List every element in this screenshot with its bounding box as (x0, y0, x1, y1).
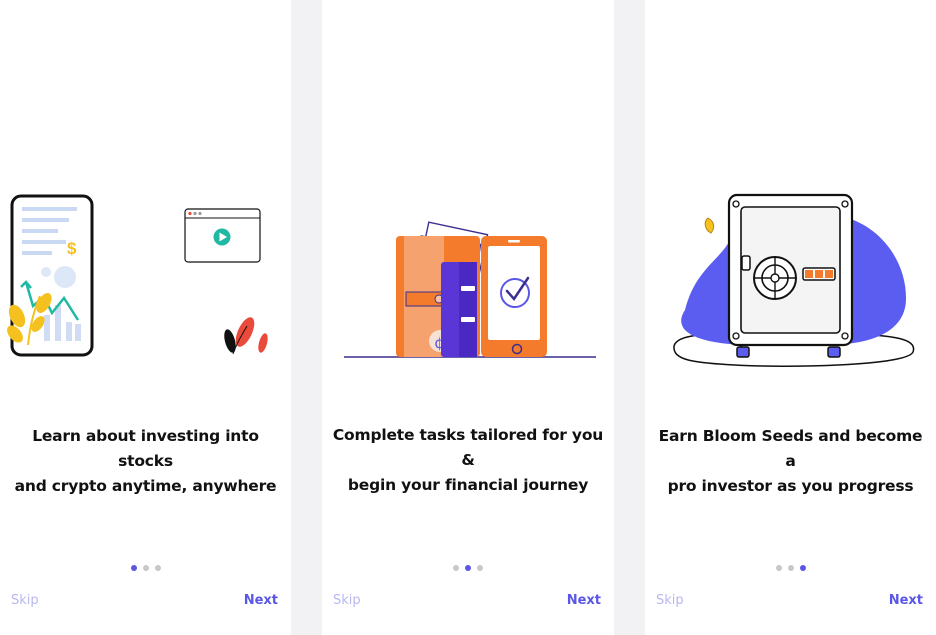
skip-button[interactable]: Skip (11, 593, 39, 608)
onboarding-caption: Complete tasks tailored for you & begin … (328, 423, 608, 498)
onboarding-screen-3: Earn Bloom Seeds and become a pro invest… (645, 0, 936, 635)
page-dot (477, 565, 483, 571)
onboarding-screen-1: $ Learn about investing into stocks and … (0, 0, 291, 635)
page-dot-active (799, 565, 806, 571)
next-button[interactable]: Next (889, 593, 923, 608)
page-dot (142, 565, 149, 571)
caption-line: and crypto anytime, anywhere (14, 477, 277, 495)
caption-line: begin your financial journey (347, 476, 589, 494)
caption-line: Complete tasks tailored for you & (332, 426, 604, 469)
page-indicator (645, 565, 936, 571)
skip-button[interactable]: Skip (656, 593, 684, 608)
caption-line: pro investor as you progress (667, 477, 914, 495)
skip-button[interactable]: Skip (333, 593, 361, 608)
page-dot (787, 565, 794, 571)
page-indicator (322, 565, 614, 571)
page-dot (453, 565, 459, 571)
next-button[interactable]: Next (567, 593, 601, 608)
caption-line: Learn about investing into stocks (32, 427, 259, 470)
page-dot (775, 565, 782, 571)
dollar-sign-icon: $ (67, 239, 77, 258)
safe-vault-illustration (673, 193, 915, 367)
caption-line: Earn Bloom Seeds and become a (658, 427, 923, 470)
page-dot-active (130, 565, 137, 571)
page-dot-active (465, 565, 471, 571)
next-button[interactable]: Next (244, 593, 278, 608)
wallet-phone-checkmark-illustration: ¢ (344, 221, 596, 358)
onboarding-caption: Learn about investing into stocks and cr… (6, 424, 285, 499)
page-indicator (0, 565, 291, 571)
phone-stock-chart-illustration: $ (7, 194, 268, 357)
onboarding-caption: Earn Bloom Seeds and become a pro invest… (651, 424, 930, 499)
onboarding-screen-2: ¢ Complete tasks tailored for you & begi… (322, 0, 614, 635)
page-dot (154, 565, 161, 571)
